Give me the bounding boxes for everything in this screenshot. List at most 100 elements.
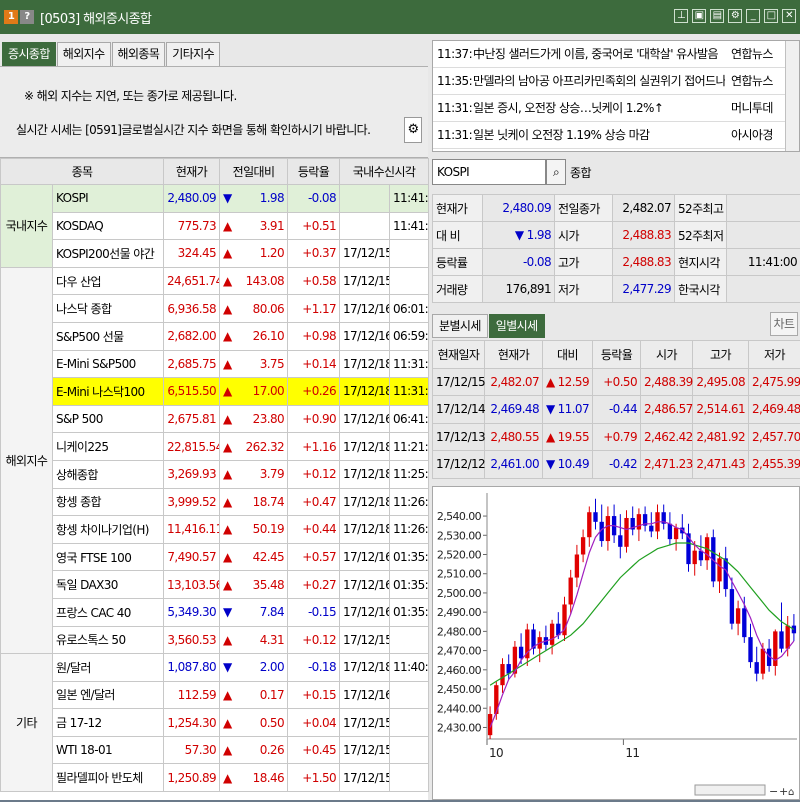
y-tick-label: 2,540.00 <box>437 510 482 523</box>
notice-realtime-text: 실시간 시세는 [0591]글로벌실시간 지수 화면을 통해 확인하시기 바랍니… <box>16 121 370 138</box>
news-item[interactable]: 11:37:中난징 샐러드가게 이름, 중국어로 '대학살' 유사발음연합뉴스 <box>433 41 799 68</box>
help-icon[interactable]: ? <box>20 10 34 24</box>
table-row[interactable]: S&P500 선물2,682.00▲26.10+0.9817/12/1606:5… <box>1 322 429 350</box>
daily-header[interactable]: 현재일자 <box>433 341 485 369</box>
y-tick-label: 2,430.00 <box>437 721 482 734</box>
header-rate[interactable]: 등락율 <box>288 159 340 185</box>
candle-body <box>519 647 523 659</box>
table-row[interactable]: 상해종합3,269.93▲3.79+0.1217/12/1811:25:56 <box>1 460 429 488</box>
index-name: KOSDAQ <box>53 212 164 240</box>
market-label: 종합 <box>570 164 591 181</box>
print-icon[interactable]: ▤ <box>710 9 724 23</box>
daily-high: 2,481.92 <box>693 423 749 451</box>
chart-button[interactable]: 차트 <box>770 312 798 336</box>
header-change[interactable]: 전일대비 <box>220 159 288 185</box>
tab-overseas-index[interactable]: 해외지수 <box>57 42 111 66</box>
table-row[interactable]: KOSPI200선물 야간324.45▲1.20+0.3717/12/15 <box>1 240 429 268</box>
index-price: 2,480.09 <box>164 185 220 213</box>
tab-daily-price[interactable]: 일별시세 <box>489 314 545 338</box>
close-button[interactable]: ✕ <box>782 9 796 23</box>
index-change: ▲42.45 <box>220 543 288 571</box>
table-row[interactable]: 영국 FTSE 1007,490.57▲42.45+0.5717/12/1601… <box>1 543 429 571</box>
news-item[interactable]: 11:31:일본 닛케이 오전장 1.19% 상승 마감아시아경 <box>433 122 799 149</box>
header-price[interactable]: 현재가 <box>164 159 220 185</box>
up-arrow-icon: ▲ <box>223 357 232 371</box>
daily-header[interactable]: 고가 <box>693 341 749 369</box>
daily-open: 2,486.57 <box>641 396 693 424</box>
daily-row[interactable]: 17/12/14 2,469.48 ▼11.07 -0.44 2,486.57 … <box>433 396 800 424</box>
screen-number-badge[interactable]: 1 <box>4 10 18 24</box>
index-change: ▲0.26 <box>220 736 288 764</box>
table-row[interactable]: 기타원/달러1,087.80▼2.00-0.1817/12/1811:40:57 <box>1 654 429 682</box>
table-row[interactable]: 금 17-121,254.30▲0.50+0.0417/12/15 <box>1 709 429 737</box>
daily-header[interactable]: 대비 <box>543 341 593 369</box>
received-time: 11:40:57 <box>390 654 429 682</box>
quote-value: 2,477.29 <box>613 276 675 303</box>
table-row[interactable]: 항셍 차이나기업(H)11,416.11▲50.19+0.4417/12/181… <box>1 516 429 544</box>
daily-low: 2,475.99 <box>749 368 800 396</box>
minimize-button[interactable]: _ <box>746 9 760 23</box>
symbol-input[interactable]: KOSPI <box>432 159 546 185</box>
table-row[interactable]: S&P 5002,675.81▲23.80+0.9017/12/1606:41:… <box>1 405 429 433</box>
table-row[interactable]: E-Mini 나스닥1006,515.50▲17.00+0.2617/12/18… <box>1 378 429 406</box>
tab-overseas-stocks[interactable]: 해외종목 <box>112 42 166 66</box>
candlestick-chart[interactable]: 2,540.002,530.002,520.002,510.002,500.00… <box>433 487 799 799</box>
table-row[interactable]: 나스닥 종합6,936.58▲80.06+1.1717/12/1606:01:5… <box>1 295 429 323</box>
tab-market-overview[interactable]: 증시종합 <box>2 42 56 66</box>
table-row[interactable]: 니케이22522,815.54▲262.32+1.1617/12/1811:21… <box>1 433 429 461</box>
index-rate: +0.37 <box>288 240 340 268</box>
table-row[interactable]: E-Mini S&P5002,685.75▲3.75+0.1417/12/181… <box>1 350 429 378</box>
table-row[interactable]: 항셍 종합3,999.52▲18.74+0.4717/12/1811:26:00 <box>1 488 429 516</box>
table-row[interactable]: 프랑스 CAC 405,349.30▼7.84-0.1517/12/1601:3… <box>1 598 429 626</box>
daily-row[interactable]: 17/12/13 2,480.55 ▲19.55 +0.79 2,462.42 … <box>433 423 800 451</box>
index-price: 3,269.93 <box>164 460 220 488</box>
index-change: ▲18.46 <box>220 764 288 792</box>
title-bar: 1 ? [0503] 해외증시종합 ⊥ ▣ ▤ ⚙ _ □ ✕ <box>0 0 800 34</box>
daily-row[interactable]: 17/12/12 2,461.00 ▼10.49 -0.42 2,471.23 … <box>433 451 800 479</box>
index-name: 니케이225 <box>53 433 164 461</box>
header-time[interactable]: 국내수신시각 <box>340 159 429 185</box>
table-row[interactable]: WTI 18-0157.30▲0.26+0.4517/12/15 <box>1 736 429 764</box>
header-name[interactable]: 종목 <box>1 159 164 185</box>
table-row[interactable]: KOSDAQ775.73▲3.91+0.5111:41:00 <box>1 212 429 240</box>
notice-delay-text: ※ 해외 지수는 지연, 또는 종가로 제공됩니다. <box>24 87 237 104</box>
index-price: 24,651.74 <box>164 267 220 295</box>
link-icon[interactable]: ⊥ <box>674 9 688 23</box>
index-price: 3,560.53 <box>164 626 220 654</box>
received-time: 11:41:00 <box>390 212 429 240</box>
table-row[interactable]: 독일 DAX3013,103.56▲35.48+0.2717/12/1601:3… <box>1 571 429 599</box>
quote-table: 현재가2,480.09전일종가2,482.0752주최고대 비▼ 1.98시가2… <box>432 194 800 303</box>
change-value: 7.84 <box>260 605 284 619</box>
change-value: 42.45 <box>253 550 284 564</box>
table-row[interactable]: 필라델피아 반도체1,250.89▲18.46+1.5017/12/15 <box>1 764 429 792</box>
index-change: ▲17.00 <box>220 378 288 406</box>
news-item[interactable]: 11:31:일본 증시, 오전장 상승…닛케이 1.2%↑머니투데 <box>433 95 799 122</box>
daily-row[interactable]: 17/12/15 2,482.07 ▲12.59 +0.50 2,488.39 … <box>433 368 800 396</box>
candle-body <box>730 589 734 624</box>
table-row[interactable]: 해외지수다우 산업24,651.74▲143.08+0.5817/12/15 <box>1 267 429 295</box>
save-icon[interactable]: ▣ <box>692 9 706 23</box>
index-price: 112.59 <box>164 681 220 709</box>
quote-value: 11:41:00 <box>727 249 800 276</box>
table-row[interactable]: 일본 엔/달러112.59▲0.17+0.1517/12/16 <box>1 681 429 709</box>
daily-header[interactable]: 현재가 <box>485 341 543 369</box>
tab-other-index[interactable]: 기타지수 <box>166 42 220 66</box>
table-row[interactable]: 국내지수KOSPI2,480.09▼1.98-0.0811:41:00 <box>1 185 429 213</box>
change-value: 35.48 <box>253 578 284 592</box>
news-item[interactable]: 11:35:만델라의 남아공 아프리카민족회의 실권위기 접어드나연합뉴스 <box>433 68 799 95</box>
table-row[interactable]: 유로스톡스 503,560.53▲4.31+0.1217/12/15 <box>1 626 429 654</box>
search-icon[interactable]: ⌕ <box>546 159 566 185</box>
index-name: 금 17-12 <box>53 709 164 737</box>
down-arrow-icon: ▼ <box>546 457 555 471</box>
maximize-button[interactable]: □ <box>764 9 778 23</box>
daily-header[interactable]: 저가 <box>749 341 800 369</box>
up-arrow-icon: ▲ <box>223 329 232 343</box>
daily-header[interactable]: 시가 <box>641 341 693 369</box>
daily-header[interactable]: 등락율 <box>593 341 641 369</box>
received-date: 17/12/16 <box>340 322 390 350</box>
tab-minute-price[interactable]: 분별시세 <box>432 314 488 338</box>
news-scrollbar[interactable] <box>785 41 799 151</box>
settings-icon[interactable]: ⚙ <box>728 9 742 23</box>
gear-icon[interactable]: ⚙ <box>404 117 422 143</box>
index-change: ▼7.84 <box>220 598 288 626</box>
